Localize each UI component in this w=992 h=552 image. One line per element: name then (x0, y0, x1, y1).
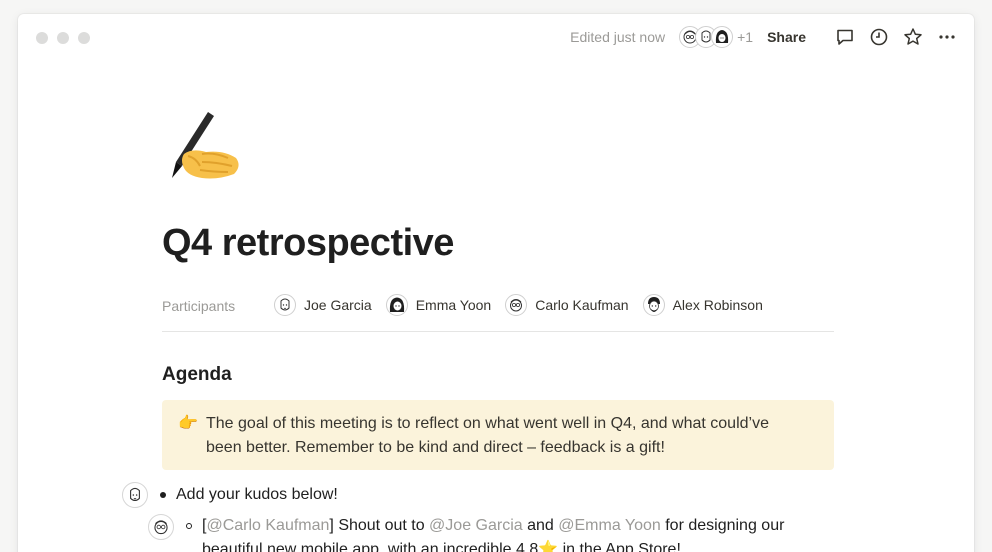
bullet-circle (186, 523, 192, 529)
comment-author-avatar[interactable] (122, 482, 148, 508)
mention-emma-yoon[interactable]: @Emma Yoon (558, 517, 661, 534)
window-controls (36, 32, 90, 44)
agenda-heading[interactable]: Agenda (162, 364, 232, 386)
star-icon[interactable] (902, 26, 924, 48)
avatar (711, 26, 734, 48)
participant-name: Carlo Kaufman (535, 297, 629, 313)
avatar (385, 294, 408, 316)
participant-name: Emma Yoon (415, 297, 492, 313)
avatar (505, 294, 528, 316)
avatar (642, 294, 665, 316)
clock-icon[interactable] (868, 26, 890, 48)
edited-status: Edited just now (570, 29, 666, 45)
participant-joe-garcia[interactable]: Joe Garcia (274, 294, 372, 316)
participants-property: Participants Joe Garcia Emma Yoon Carlo … (162, 292, 834, 332)
top-bar: Edited just now +1 Share (18, 14, 974, 60)
comment-icon[interactable] (834, 26, 856, 48)
callout-line: The goal of this meeting is to reflect o… (206, 415, 769, 432)
extra-collaborators-count: +1 (737, 29, 754, 45)
callout-line: been better. Remember to be kind and dir… (206, 439, 665, 456)
text-fragment: beautiful new mobile app, with an incred… (202, 541, 681, 552)
bullet-dot (160, 492, 166, 498)
participant-name: Joe Garcia (304, 297, 372, 313)
callout-text: The goal of this meeting is to reflect o… (206, 412, 769, 470)
participant-name: Alex Robinson (672, 297, 763, 313)
avatar (274, 294, 296, 316)
participants-label: Participants (162, 298, 236, 314)
text-fragment: and (522, 517, 559, 534)
share-button[interactable]: Share (767, 29, 806, 45)
participant-alex-robinson[interactable]: Alex Robinson (642, 294, 763, 316)
writing-hand-icon[interactable] (162, 110, 244, 192)
participant-carlo-kaufman[interactable]: Carlo Kaufman (505, 294, 629, 316)
maximize-window-button[interactable] (78, 32, 90, 44)
mention-joe-garcia[interactable]: @Joe Garcia (429, 517, 523, 534)
more-icon[interactable] (936, 26, 958, 48)
top-actions: Edited just now +1 Share (570, 24, 958, 50)
comment-author-avatar[interactable] (148, 514, 174, 540)
page-title[interactable]: Q4 retrospective (162, 222, 454, 265)
pointing-hand-icon[interactable]: 👉 (178, 412, 206, 470)
collaborator-avatars[interactable]: +1 (679, 26, 753, 48)
list-item-text: [@Carlo Kaufman] Shout out to @Joe Garci… (202, 514, 784, 552)
app-window: Edited just now +1 Share Q4 retrospectiv… (18, 14, 974, 552)
minimize-window-button[interactable] (57, 32, 69, 44)
list-item[interactable]: Add your kudos below! (122, 482, 338, 508)
agenda-callout[interactable]: 👉 The goal of this meeting is to reflect… (162, 400, 834, 470)
participant-emma-yoon[interactable]: Emma Yoon (385, 294, 492, 316)
mention-carlo-kaufman[interactable]: @Carlo Kaufman (206, 517, 329, 534)
close-window-button[interactable] (36, 32, 48, 44)
text-fragment: for designing our (660, 517, 785, 534)
list-item-text: Add your kudos below! (176, 486, 338, 503)
text-fragment: ] Shout out to (329, 517, 430, 534)
list-item[interactable]: [@Carlo Kaufman] Shout out to @Joe Garci… (148, 514, 838, 552)
